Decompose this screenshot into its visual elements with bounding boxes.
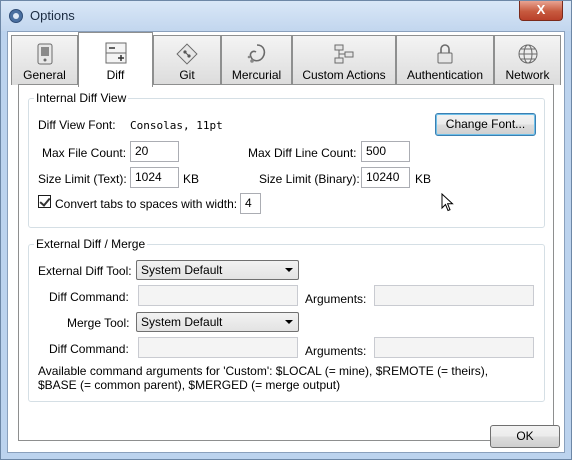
max-diff-line-count-input[interactable]: 500 xyxy=(361,141,410,162)
options-window: Options X General Diff Git Mercurial Cus… xyxy=(0,0,572,460)
diff-arguments-label: Arguments: xyxy=(305,292,367,306)
tab-label: Network xyxy=(505,68,550,82)
merge-command-input[interactable] xyxy=(138,337,298,358)
merge-command-label: Diff Command: xyxy=(49,342,129,356)
external-diff-tool-label: External Diff Tool: xyxy=(38,264,132,278)
merge-tool-value: System Default xyxy=(141,315,223,329)
custom-actions-icon xyxy=(333,43,355,65)
tab-width-input[interactable]: 4 xyxy=(240,193,261,214)
merge-tool-label: Merge Tool: xyxy=(67,316,130,330)
tab-network[interactable]: Network xyxy=(494,35,561,85)
chevron-down-icon xyxy=(285,268,293,272)
tab-authentication[interactable]: Authentication xyxy=(396,35,494,85)
external-diff-tool-select[interactable]: System Default xyxy=(136,260,299,280)
ok-button[interactable]: OK xyxy=(490,425,560,448)
tab-git[interactable]: Git xyxy=(153,35,221,85)
tab-custom-actions[interactable]: Custom Actions xyxy=(292,35,396,85)
merge-arguments-input[interactable] xyxy=(374,337,534,358)
globe-icon xyxy=(517,43,539,65)
chevron-down-icon xyxy=(285,320,293,324)
phone-icon xyxy=(34,43,56,65)
external-diff-tool-value: System Default xyxy=(141,263,223,277)
diff-icon xyxy=(105,42,127,64)
convert-tabs-label[interactable]: Convert tabs to spaces with width: xyxy=(55,197,237,211)
git-icon xyxy=(176,43,198,65)
tab-label: Custom Actions xyxy=(302,68,386,82)
convert-tabs-checkbox[interactable] xyxy=(38,195,51,208)
max-file-count-input[interactable]: 20 xyxy=(130,141,179,162)
app-icon xyxy=(9,9,23,23)
tab-mercurial[interactable]: Mercurial xyxy=(221,35,292,85)
merge-arguments-label: Arguments: xyxy=(305,344,367,358)
external-diff-group-title: External Diff / Merge xyxy=(34,237,148,251)
tab-label: Git xyxy=(179,68,195,82)
merge-tool-select[interactable]: System Default xyxy=(136,312,299,332)
tab-label: Authentication xyxy=(406,68,484,82)
size-limit-text-label: Size Limit (Text): xyxy=(38,172,127,186)
max-diff-line-count-label: Max Diff Line Count: xyxy=(248,146,357,160)
max-file-count-label: Max File Count: xyxy=(42,146,127,160)
size-limit-binary-label: Size Limit (Binary): xyxy=(259,172,360,186)
command-arguments-help: Available command arguments for 'Custom'… xyxy=(38,364,489,392)
close-button[interactable]: X xyxy=(519,1,563,21)
diff-command-label: Diff Command: xyxy=(49,290,129,304)
diff-view-font-label: Diff View Font: xyxy=(38,118,116,132)
size-limit-text-unit: KB xyxy=(183,172,200,186)
mouse-cursor-icon xyxy=(441,192,455,216)
tab-general[interactable]: General xyxy=(11,35,78,85)
tab-label: General xyxy=(23,68,66,82)
change-font-button[interactable]: Change Font... xyxy=(435,113,536,136)
window-title: Options xyxy=(30,8,75,23)
tab-label: Mercurial xyxy=(231,68,282,82)
diff-arguments-input[interactable] xyxy=(374,285,534,306)
diff-command-input[interactable] xyxy=(138,285,298,306)
internal-diff-group-title: Internal Diff View xyxy=(34,91,129,105)
size-limit-binary-unit: KB xyxy=(415,172,432,186)
size-limit-text-input[interactable]: 1024 xyxy=(130,167,179,188)
tab-diff[interactable]: Diff xyxy=(78,32,153,87)
tab-label: Diff xyxy=(106,68,125,82)
diff-view-font-value: Consolas, 11pt xyxy=(130,119,223,132)
title-bar[interactable]: Options X xyxy=(1,1,571,31)
size-limit-binary-input[interactable]: 10240 xyxy=(361,167,410,188)
mercurial-icon xyxy=(246,43,268,65)
lock-icon xyxy=(434,43,456,65)
